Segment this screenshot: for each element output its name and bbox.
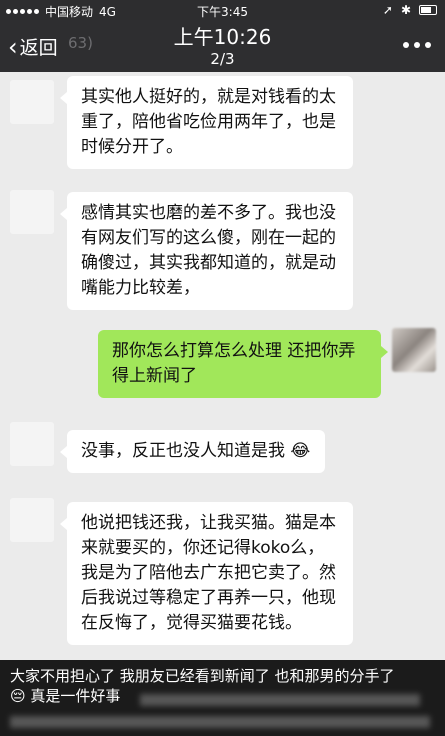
- caption-line-2: 真是一件好事: [30, 687, 121, 705]
- nav-page-indicator: 2/3: [210, 50, 235, 68]
- nav-title: 上午10:26: [173, 25, 272, 49]
- message-bubble[interactable]: 他说把钱还我，让我买猫。猫是本来就要买的，你还记得koko么，我是为了陪他去广东…: [60, 502, 353, 645]
- contact-avatar[interactable]: [10, 190, 54, 234]
- caption-line-1: 大家不用担心了 我朋友已经看到新闻了 也和那男的分手了: [10, 667, 395, 685]
- message-bubble[interactable]: 其实他人挺好的，就是对钱看的太重了，陪他省吃俭用两年了，也是时候分开了。: [60, 76, 353, 169]
- bluetooth-icon: ✱: [400, 3, 411, 17]
- message-bubble[interactable]: 没事，反正也没人知道是我 😂: [60, 430, 325, 473]
- blurred-text-redaction: [140, 694, 420, 706]
- sad-emoji-icon: 😔: [10, 687, 26, 705]
- contact-avatar[interactable]: [10, 422, 54, 466]
- chat-area[interactable]: 其实他人挺好的，就是对钱看的太重了，陪他省吃俭用两年了，也是时候分开了。 感情其…: [0, 72, 445, 660]
- message-text: 感情其实也磨的差不多了。我也没有网友们写的这么傻，刚在一起的确傻过，其实我都知道…: [81, 203, 336, 298]
- nav-bar: ‹ 返回 63) 上午10:26 2/3: [0, 20, 445, 72]
- message-text: 他说把钱还我，让我买猫。猫是本来就要买的，你还记得koko么，我是为了陪他去广东…: [81, 513, 336, 633]
- message-bubble-self[interactable]: 那你怎么打算怎么处理 还把你弄得上新闻了: [98, 330, 388, 398]
- contact-avatar[interactable]: [10, 498, 54, 542]
- location-icon: ➚: [382, 3, 393, 17]
- message-bubble[interactable]: 感情其实也磨的差不多了。我也没有网友们写的这么傻，刚在一起的确傻过，其实我都知道…: [60, 192, 353, 310]
- battery-icon: [419, 5, 437, 15]
- status-time: 下午3:45: [197, 5, 248, 19]
- contact-avatar[interactable]: [10, 80, 54, 124]
- message-text: 其实他人挺好的，就是对钱看的太重了，陪他省吃俭用两年了，也是时候分开了。: [81, 87, 336, 157]
- self-avatar[interactable]: [392, 328, 436, 372]
- laughing-emoji-icon: 😂: [290, 441, 311, 461]
- message-text: 那你怎么打算怎么处理 还把你弄得上新闻了: [112, 341, 356, 386]
- status-bar: 中国移动 4G 下午3:45 ➚ ✱: [0, 0, 445, 20]
- blurred-text-redaction: [10, 716, 430, 728]
- more-dots-icon[interactable]: [403, 42, 431, 48]
- message-text: 没事，反正也没人知道是我: [81, 441, 285, 461]
- caption-overlay: 大家不用担心了 我朋友已经看到新闻了 也和那男的分手了 😔 真是一件好事: [0, 660, 445, 736]
